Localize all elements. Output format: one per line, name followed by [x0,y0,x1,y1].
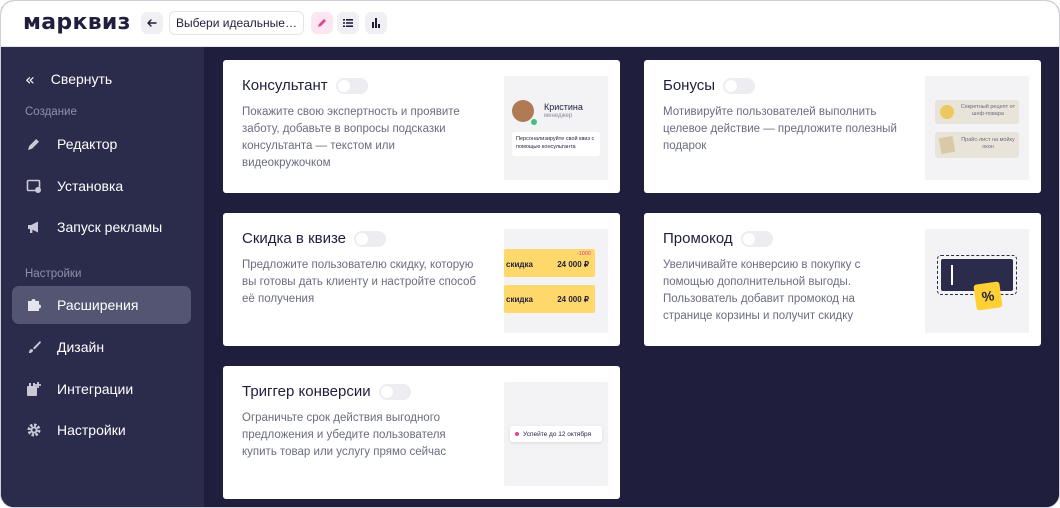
enable-toggle[interactable] [378,383,411,400]
percent-badge: % [973,281,1003,311]
section-title-settings: Настройки [25,268,82,280]
extension-card-promocode[interactable]: Промокод Увеличивайте конверсию в покупк… [644,213,1041,346]
sidebar-item-label: Запуск рекламы [57,219,163,235]
card-title: Консультант [242,77,368,94]
card-description: Покажите свою экспертность и проявите за… [242,106,460,169]
extensions-grid: Консультант Покажите свою экспертность и… [204,47,1059,507]
enable-toggle[interactable] [740,230,773,247]
sidebar-item-label: Настройки [57,422,126,438]
card-description: Ограничьте срок действия выгодного предл… [242,412,447,458]
card-title-text: Консультант [242,77,328,94]
enable-toggle[interactable] [354,230,387,247]
edit-button[interactable] [311,12,333,34]
extension-card-conversion-trigger[interactable]: Триггер конверсии Ограничьте срок действ… [223,366,620,499]
sidebar-item-integrations[interactable]: Интеграции [12,370,191,408]
bonus-item: Секретный рецепт от шеф-повара [935,100,1019,124]
collapse-label: Свернуть [50,71,113,87]
integrations-icon [25,380,43,398]
card-description: Увеличивайте конверсию в покупку с помощ… [663,259,861,322]
consultant-role: менеджер [544,113,573,119]
card-description: Мотивируйте пользователей выполнить целе… [663,106,897,152]
sidebar-item-label: Установка [57,178,124,194]
bonus-item: Прайс-лист на мойку окон [935,132,1019,158]
brush-icon [25,338,43,356]
consultant-preview: Кристина менеджер Персонализируйте свой … [504,76,608,180]
sidebar-item-label: Редактор [57,136,118,152]
extension-card-bonuses[interactable]: Бонусы Мотивируйте пользователей выполни… [644,60,1041,193]
consultant-note: Персонализируйте свой квиз с помощью кон… [512,132,600,156]
sidebar-item-settings[interactable]: Настройки [12,411,191,449]
app-window: марквиз Выбери идеальные к... « Свернуть… [0,0,1060,508]
logo[interactable]: марквиз [23,10,131,35]
gear-icon [25,421,43,439]
install-window-icon [25,177,43,195]
card-title-text: Триггер конверсии [242,383,371,400]
sidebar-item-install[interactable]: Установка [12,167,191,205]
enable-toggle[interactable] [335,77,368,94]
sidebar: « Свернуть Создание Редактор Установка З… [1,47,204,507]
list-icon [343,19,353,27]
sidebar-item-label: Расширения [57,297,139,313]
section-title-create: Создание [25,106,77,118]
discount-row: скидка 24 000 ₽ [504,285,595,313]
extension-card-consultant[interactable]: Консультант Покажите свою экспертность и… [223,60,620,193]
sidebar-item-ads[interactable]: Запуск рекламы [12,208,191,246]
enable-toggle[interactable] [723,77,756,94]
card-title-text: Промокод [663,230,733,247]
stats-button[interactable] [365,12,387,34]
sidebar-item-editor[interactable]: Редактор [12,125,191,163]
sidebar-item-label: Интеграции [57,381,134,397]
megaphone-icon [25,218,43,236]
avatar [512,100,534,122]
bar-chart-icon [372,18,380,28]
extension-card-discount[interactable]: Скидка в квизе Предложите пользователю с… [223,213,620,346]
promocode-preview: % [925,229,1029,333]
discount-preview: -1000 скидка 24 000 ₽ скидка 24 000 ₽ [504,229,608,333]
collapse-button[interactable]: « Свернуть [25,69,112,89]
double-chevron-left-icon: « [25,69,35,89]
consultant-name: Кристина [544,102,583,112]
pencil-icon [25,135,43,153]
card-title: Триггер конверсии [242,383,411,400]
trigger-preview: Успейте до 12 октября [504,382,608,486]
back-button[interactable] [141,12,163,34]
card-title-text: Бонусы [663,77,716,94]
card-title: Промокод [663,230,773,247]
sidebar-item-label: Дизайн [57,339,105,355]
card-description: Предложите пользователю скидку, которую … [242,259,477,305]
top-bar: марквиз Выбери идеальные к... [1,1,1059,47]
pencil-icon [318,19,326,27]
puzzle-icon [25,296,43,314]
quiz-title-input[interactable]: Выбери идеальные к... [169,11,304,35]
card-title: Скидка в квизе [242,230,387,247]
card-title-text: Скидка в квизе [242,230,347,247]
card-title: Бонусы [663,77,756,94]
discount-row: -1000 скидка 24 000 ₽ [504,249,595,277]
arrow-left-icon [147,19,157,27]
sidebar-item-design[interactable]: Дизайн [12,328,191,366]
timer-pill: Успейте до 12 октября [510,426,602,442]
sidebar-item-extensions[interactable]: Расширения [12,286,191,324]
list-button[interactable] [337,12,359,34]
bonuses-preview: Секретный рецепт от шеф-повара Прайс-лис… [925,76,1029,180]
